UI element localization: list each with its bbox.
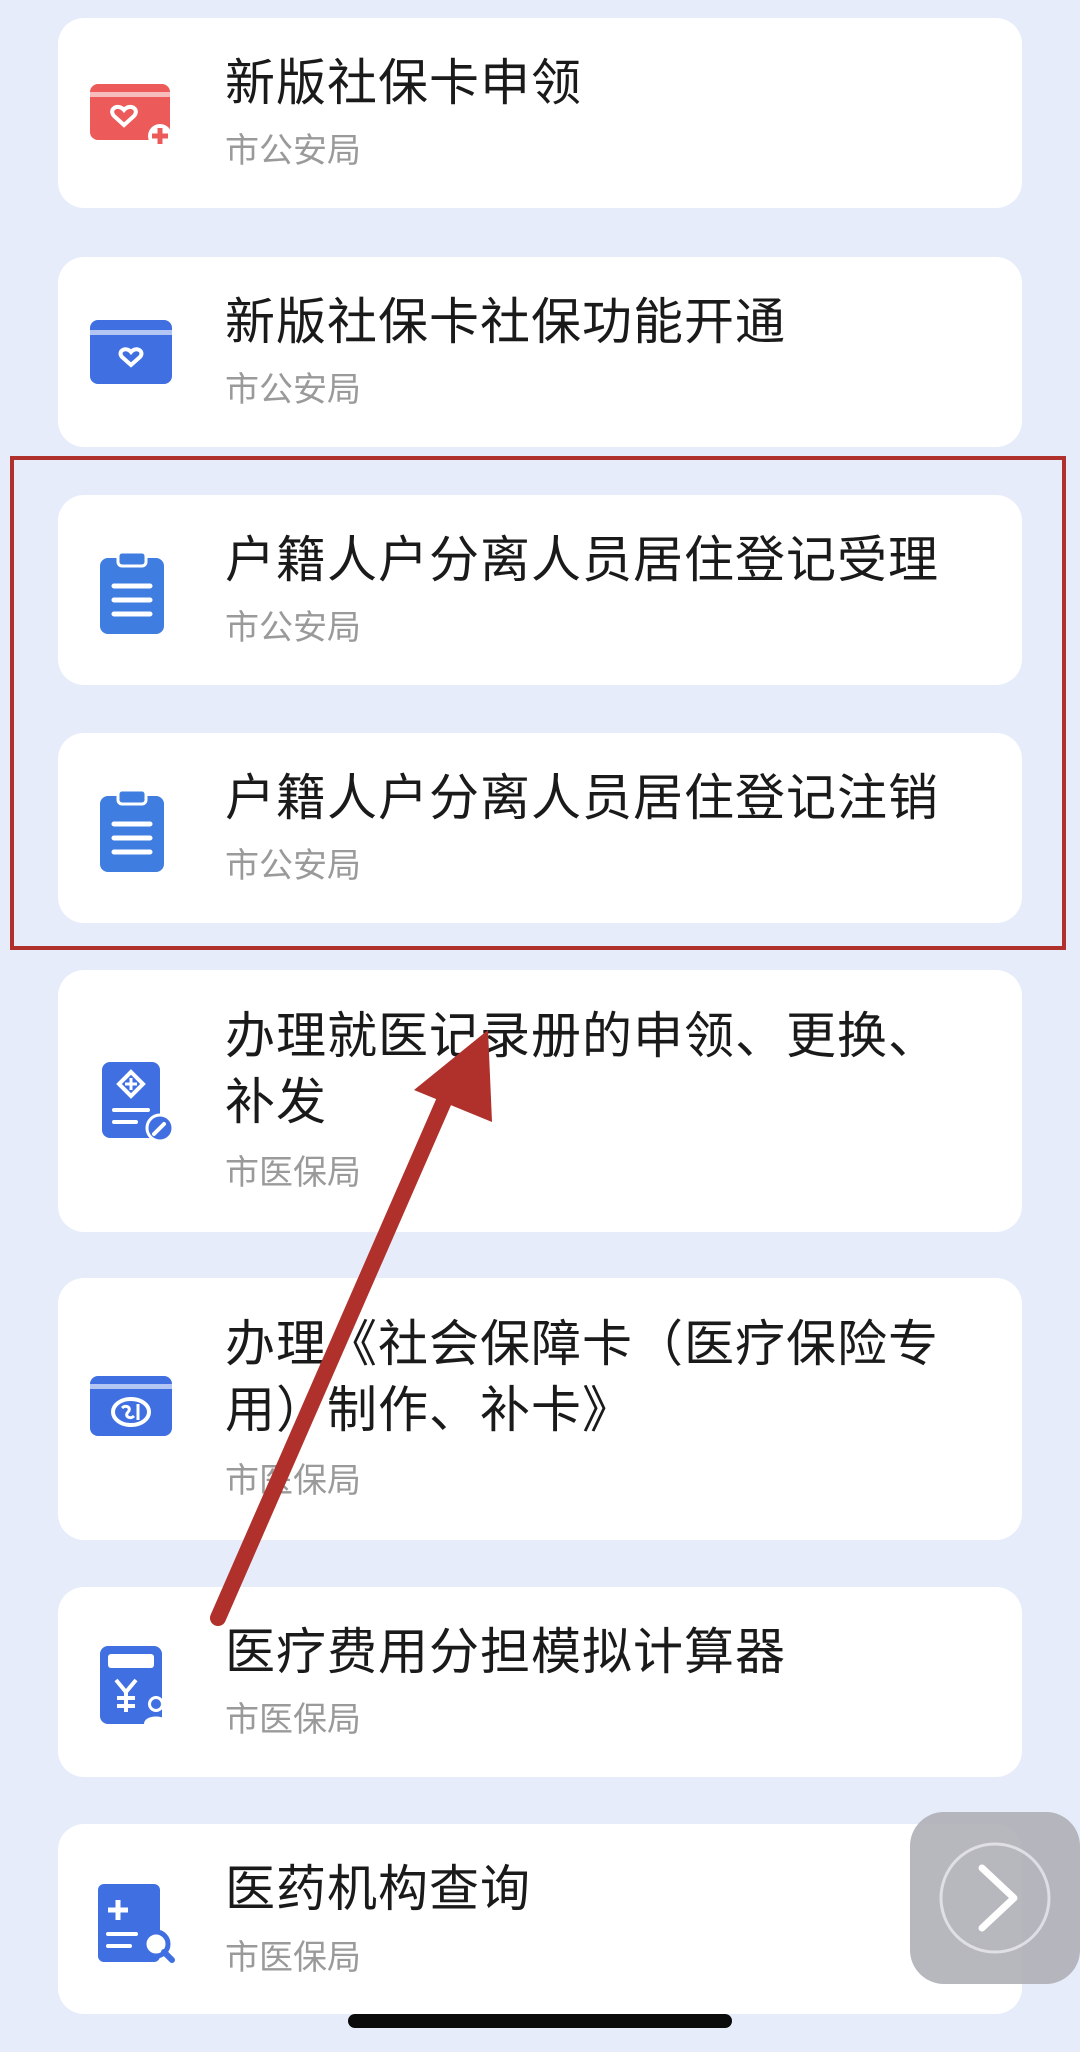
service-dept: 市医保局: [225, 1461, 361, 1501]
highlight-box: [10, 456, 1066, 950]
chevron-right-icon: [939, 1842, 1051, 1954]
service-dept: 市医保局: [225, 1153, 361, 1193]
service-title: 新版社保卡申领: [225, 54, 582, 112]
service-title: 新版社保卡社保功能开通: [225, 293, 786, 351]
service-title: 办理就医记录册的申领、更换、补发: [225, 1007, 939, 1131]
service-title: 医药机构查询: [225, 1860, 531, 1918]
service-dept: 市公安局: [225, 370, 361, 410]
next-button[interactable]: [910, 1812, 1080, 1984]
service-dept: 市医保局: [225, 1938, 361, 1978]
si-card-icon: [88, 1362, 178, 1452]
service-dept: 市公安局: [225, 131, 361, 171]
medical-institution-search-icon: [88, 1878, 178, 1968]
red-social-card-add-icon: [88, 70, 178, 160]
service-title: 办理《社会保障卡（医疗保险专用）制作、补卡》: [225, 1315, 939, 1439]
yuan-calculator-icon: [88, 1640, 178, 1730]
service-title: 医疗费用分担模拟计算器: [225, 1623, 786, 1681]
blue-social-card-icon: [88, 310, 178, 400]
home-indicator[interactable]: [348, 2014, 732, 2028]
medical-record-edit-icon: [88, 1056, 178, 1146]
service-dept: 市医保局: [225, 1700, 361, 1740]
